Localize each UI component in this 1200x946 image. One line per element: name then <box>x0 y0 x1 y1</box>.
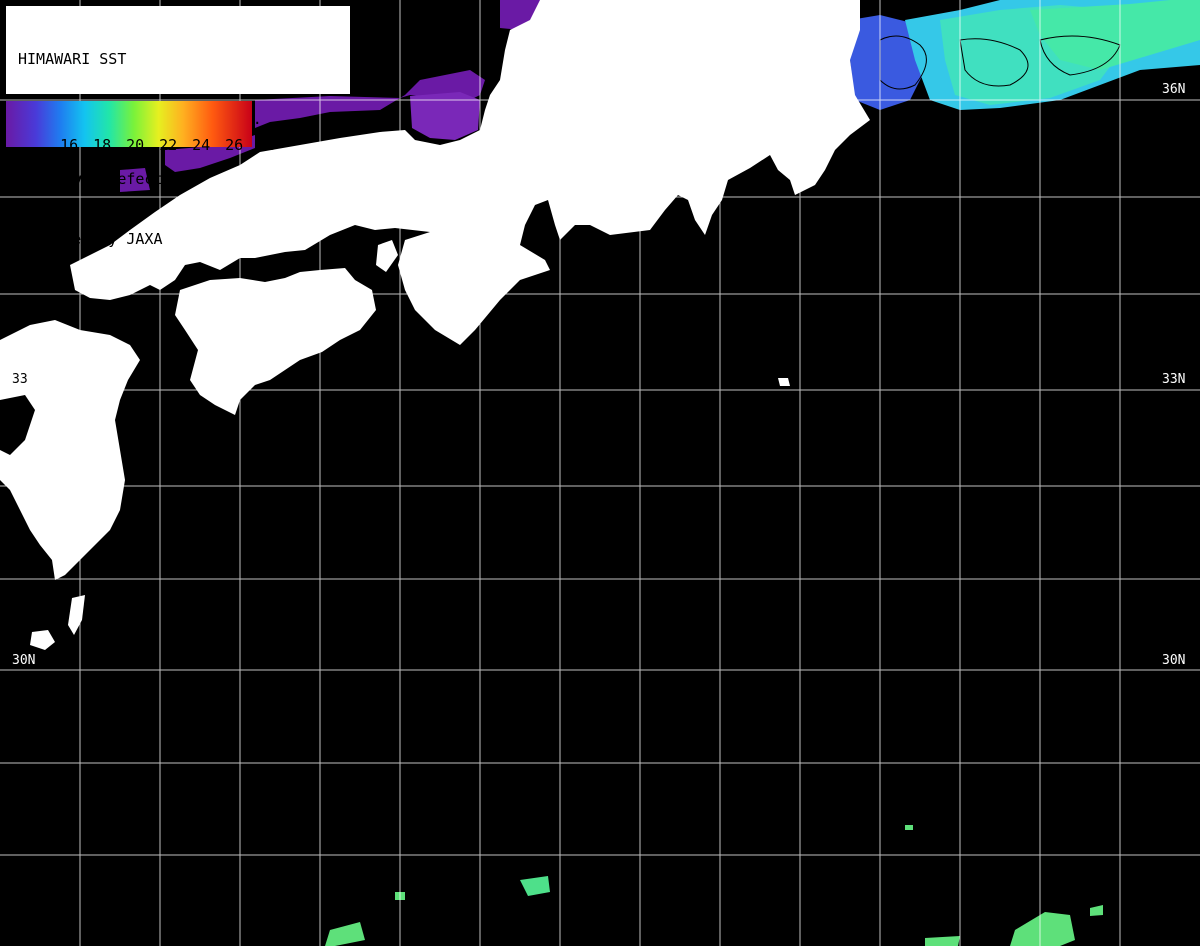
legend-tick: 22 <box>159 136 178 154</box>
legend-tick-labels: 16 18 20 22 24 26 28 <box>24 115 291 154</box>
legend-tick: 16 <box>60 136 79 154</box>
title-line-1: HIMAWARI SST <box>18 50 127 68</box>
lat-label-30n-right: 30N <box>1162 653 1186 668</box>
title-line-4: supplied by JAXA <box>18 230 163 248</box>
legend-tick: 20 <box>126 136 145 154</box>
legend-tick: 26 <box>225 136 244 154</box>
title-box: HIMAWARI SST 2025/05/01 10(UTC) 3H Comp.… <box>6 6 350 248</box>
lat-label-36n-right: 36N <box>1162 82 1186 97</box>
lat-label-33-left: 33 <box>12 372 28 387</box>
title-line-3: Kanagawa Prefecture <box>18 170 190 188</box>
legend-tick: 18 <box>93 136 112 154</box>
lat-label-33n-right: 33N <box>1162 372 1186 387</box>
legend-tick: 24 <box>192 136 211 154</box>
legend-tick: 28 <box>258 136 277 154</box>
sst-color-legend: 16 18 20 22 24 26 28 <box>6 101 276 154</box>
izu-island <box>778 378 790 386</box>
lon-label-136e: 136E <box>486 5 501 36</box>
lat-label-30n-left: 30N <box>12 653 36 668</box>
